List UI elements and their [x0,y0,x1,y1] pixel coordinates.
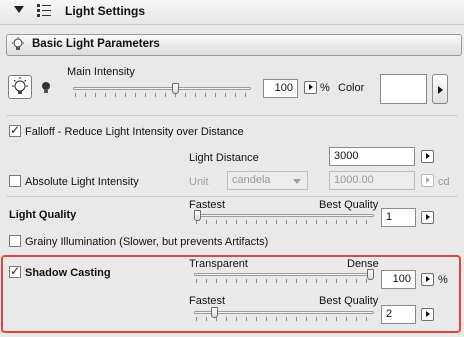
color-arrow-button[interactable] [432,74,448,104]
light-quality-input[interactable]: 1 [381,208,416,227]
main-intensity-unit: % [320,82,330,94]
grainy-label: Grainy Illumination (Slower, but prevent… [25,236,269,248]
shadow-quality-thumb[interactable] [211,307,219,318]
shadow-density-input[interactable]: 100 [381,270,416,289]
shadow-quality-arrow-button[interactable] [421,308,434,321]
shadow-density-arrow-button[interactable] [421,273,434,286]
main-intensity-label: Main Intensity [67,66,135,78]
absolute-intensity-checkbox[interactable] [9,175,21,187]
lamp-on-icon [12,77,28,94]
shadow-density-ticks [196,279,372,283]
settings-grid-icon [37,4,51,17]
shadow-casting-checkbox[interactable] [9,264,21,278]
shadow-quality-min-label: Fastest [189,295,226,307]
shadow-density-track[interactable] [194,273,374,276]
absolute-intensity-input[interactable]: 1000.00 [329,171,415,190]
shadow-casting-label: Shadow Casting [25,267,111,279]
main-intensity-ticks [75,93,249,97]
absolute-intensity-unit: cd [438,176,450,188]
light-quality-arrow-button[interactable] [421,211,434,224]
light-quality-max-label: Best Quality [319,199,379,211]
panel-title: Light Settings [65,4,145,18]
color-label: Color [338,82,365,94]
light-distance-input[interactable]: 3000 [329,147,415,166]
color-swatch[interactable] [380,74,427,104]
shadow-quality-track[interactable] [194,311,374,314]
shadow-quality-ticks [196,317,372,321]
absolute-intensity-label: Absolute Light Intensity [25,176,139,188]
main-intensity-thumb[interactable] [172,83,180,94]
light-distance-arrow-button[interactable] [421,150,434,163]
lamp-off-icon [42,82,50,93]
section-title: Basic Light Parameters [32,38,160,50]
shadow-density-min-label: Transparent [189,258,248,270]
falloff-label: Falloff - Reduce Light Intensity over Di… [25,126,244,138]
light-quality-thumb[interactable] [194,210,201,221]
absolute-intensity-arrow-button[interactable] [421,174,434,187]
light-distance-label: Light Distance [189,152,259,164]
falloff-checkbox[interactable] [9,123,21,137]
shadow-quality-input[interactable]: 2 [381,305,416,324]
unit-select[interactable]: candela [227,171,308,190]
divider [6,196,458,197]
main-intensity-input[interactable]: 100 [263,79,298,98]
divider [6,115,458,116]
light-quality-ticks [196,220,372,224]
shadow-density-thumb[interactable] [367,269,374,280]
light-on-button[interactable] [8,75,32,99]
bulb-icon [12,37,24,50]
light-quality-track[interactable] [194,214,374,217]
shadow-quality-max-label: Best Quality [319,295,379,307]
main-intensity-arrow-button[interactable] [304,81,317,94]
unit-label: Unit [189,176,209,188]
grainy-checkbox[interactable] [9,235,21,247]
light-quality-label: Light Quality [9,209,77,221]
shadow-density-max-label: Dense [347,258,379,270]
shadow-density-unit: % [438,274,448,286]
main-intensity-track[interactable] [73,87,251,90]
triangle-down-icon[interactable] [14,6,24,13]
